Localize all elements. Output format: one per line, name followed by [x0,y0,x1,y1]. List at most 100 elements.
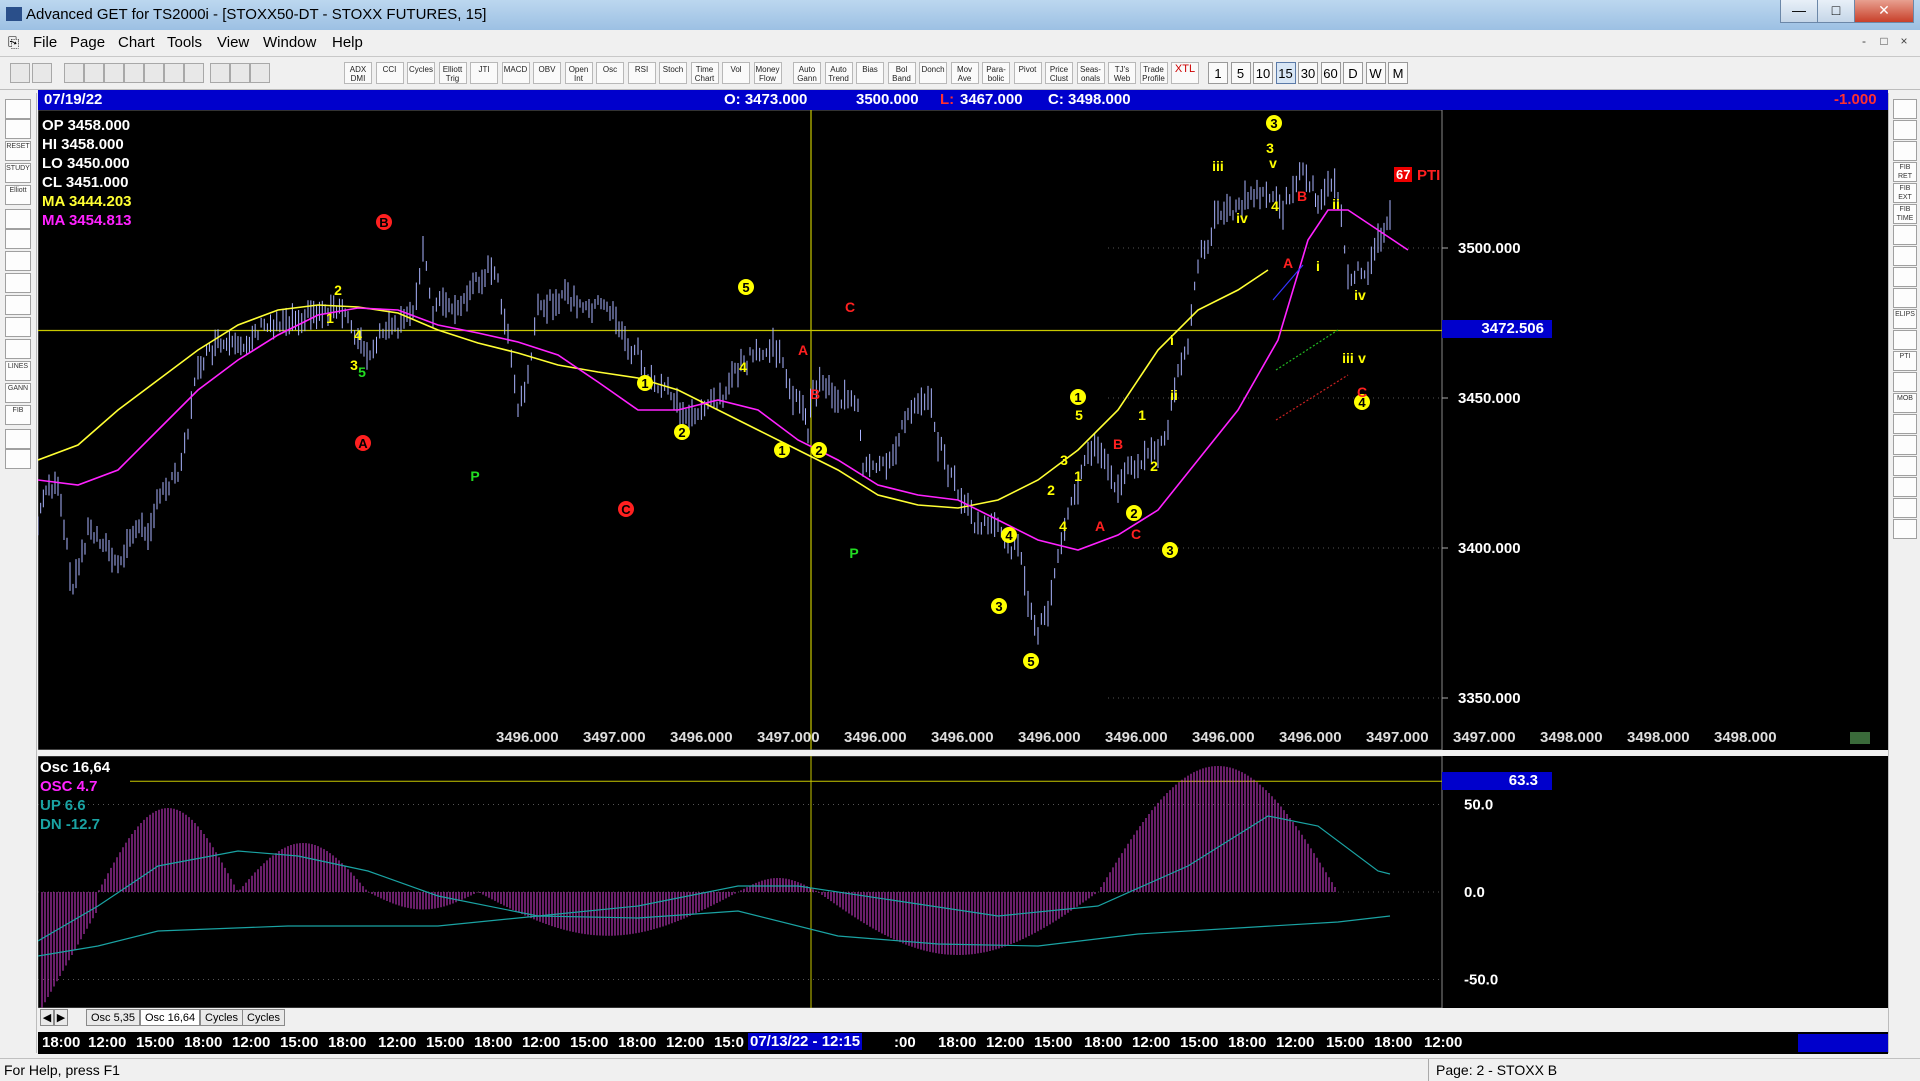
right-tool-12[interactable]: PTI [1893,351,1917,371]
right-tool-14[interactable]: MOB [1893,393,1917,413]
tab-osc-5-35[interactable]: Osc 5,35 [86,1009,141,1026]
maximize-button[interactable]: □ [1817,0,1855,23]
right-tool-15[interactable] [1893,414,1917,434]
mdi-close-button[interactable]: × [1894,34,1914,52]
indicator-button-10[interactable]: Stoch [659,62,687,84]
right-tool-19[interactable] [1893,498,1917,518]
arrow-help-icon[interactable] [250,63,270,83]
indicator-button-22[interactable]: Price Clust [1045,62,1073,84]
indicator-button-17[interactable]: Bol Band [887,62,916,84]
tab-cycles-2[interactable]: Cycles [242,1009,286,1026]
indicator-button-15[interactable]: Auto Trend [824,62,853,84]
menu-view[interactable]: View [217,34,249,51]
left-tool-10[interactable] [5,317,31,337]
tab-scroll-left-icon[interactable]: ◀ [40,1009,54,1026]
indicator-button-1[interactable]: CCI [375,62,404,84]
indicator-button-7[interactable]: Open Int [564,62,593,84]
indicator-button-9[interactable]: RSI [627,62,656,84]
new-icon[interactable] [64,63,84,83]
right-tool-1[interactable] [1893,120,1917,140]
right-tool-2[interactable] [1893,141,1917,161]
indicator-button-0[interactable]: ADX DMI [344,62,372,84]
left-tool-2[interactable]: RESET [5,141,31,161]
help-icon[interactable] [32,63,52,83]
timeframe-button-1[interactable]: 1 [1208,62,1228,84]
mdi-minimize-button[interactable]: - [1854,34,1874,52]
left-tool-6[interactable] [5,229,31,249]
left-tool-0[interactable] [5,99,31,119]
price-chart[interactable]: 3350.000 3400.000 3450.000 3500.000 BAC5121… [38,110,1888,750]
menu-chart[interactable]: Chart [118,34,155,51]
indicator-button-4[interactable]: JTI [470,62,498,84]
indicator-button-25[interactable]: Trade Profile [1139,62,1168,84]
indicator-button-3[interactable]: Elliott Trig [438,62,467,84]
indicator-button-19[interactable]: Mov Ave [950,62,979,84]
close-button[interactable]: ✕ [1854,0,1914,23]
right-tool-4[interactable]: FIB EXT [1893,183,1917,203]
hand-icon[interactable] [10,63,30,83]
left-tool-8[interactable] [5,273,31,293]
menu-tools[interactable]: Tools [167,34,202,51]
timeframe-button-15[interactable]: 15 [1275,62,1296,84]
timeframe-button-M[interactable]: M [1388,62,1408,84]
right-tool-13[interactable] [1893,372,1917,392]
minimize-button[interactable]: — [1780,0,1818,23]
right-tool-7[interactable] [1893,246,1917,266]
right-tool-18[interactable] [1893,477,1917,497]
zoom-in-icon[interactable] [104,63,124,83]
indicator-button-20[interactable]: Para- bolic [982,62,1010,84]
right-tool-11[interactable] [1893,330,1917,350]
left-tool-4[interactable]: Elliott [5,185,31,205]
tab-scroll-right-icon[interactable]: ▶ [54,1009,68,1026]
indicator-button-16[interactable]: Bias [856,62,884,84]
left-tool-12[interactable]: LINES [5,361,31,381]
left-tool-1[interactable] [5,119,31,139]
mdi-restore-button[interactable]: □ [1874,34,1894,52]
left-tool-13[interactable]: GANN [5,383,31,403]
scroll-icon[interactable] [144,63,164,83]
right-tool-0[interactable] [1893,99,1917,119]
menu-page[interactable]: Page [70,34,105,51]
left-tool-16[interactable] [5,449,31,469]
zoom-out-icon[interactable] [124,63,144,83]
right-tool-10[interactable]: ELIPS [1893,309,1917,329]
left-tool-15[interactable] [5,429,31,449]
left-tool-11[interactable] [5,339,31,359]
left-tool-5[interactable] [5,209,31,229]
clock-icon[interactable] [230,63,250,83]
indicator-button-12[interactable]: Vol [722,62,750,84]
indicator-button-5[interactable]: MACD [501,62,530,84]
tab-cycles-1[interactable]: Cycles [200,1009,244,1026]
indicator-button-13[interactable]: Money Flow [753,62,782,84]
menu-window[interactable]: Window [263,34,316,51]
timeframe-button-30[interactable]: 30 [1298,62,1318,84]
timeframe-button-10[interactable]: 10 [1253,62,1273,84]
left-tool-3[interactable]: STUDY [5,163,31,183]
timeframe-button-D[interactable]: D [1343,62,1363,84]
timeframe-button-5[interactable]: 5 [1230,62,1251,84]
right-tool-20[interactable] [1893,519,1917,539]
right-tool-16[interactable] [1893,435,1917,455]
print-icon[interactable] [210,63,230,83]
fit-icon[interactable] [164,63,184,83]
indicator-button-6[interactable]: OBV [533,62,561,84]
indicator-button-8[interactable]: Osc [596,62,624,84]
copy-icon[interactable] [84,63,104,83]
doc-icon[interactable]: ⎘ [8,34,19,51]
right-tool-8[interactable] [1893,267,1917,287]
right-tool-17[interactable] [1893,456,1917,476]
menu-help[interactable]: Help [332,34,363,51]
indicator-button-21[interactable]: Pivot [1013,62,1042,84]
refresh-icon[interactable] [184,63,204,83]
indicator-button-24[interactable]: TJ's Web [1108,62,1136,84]
menu-file[interactable]: File [33,34,57,51]
right-tool-5[interactable]: FIB TIME [1893,204,1917,224]
right-tool-3[interactable]: FIB RET [1893,162,1917,182]
indicator-button-26[interactable]: XTL [1171,62,1199,84]
timeframe-button-W[interactable]: W [1365,62,1386,84]
indicator-button-11[interactable]: Time Chart [690,62,719,84]
indicator-button-18[interactable]: Donch [919,62,947,84]
indicator-button-23[interactable]: Seas- onals [1076,62,1105,84]
tab-osc-16-64[interactable]: Osc 16,64 [140,1009,201,1026]
chart-corner-icon[interactable] [1850,732,1870,744]
